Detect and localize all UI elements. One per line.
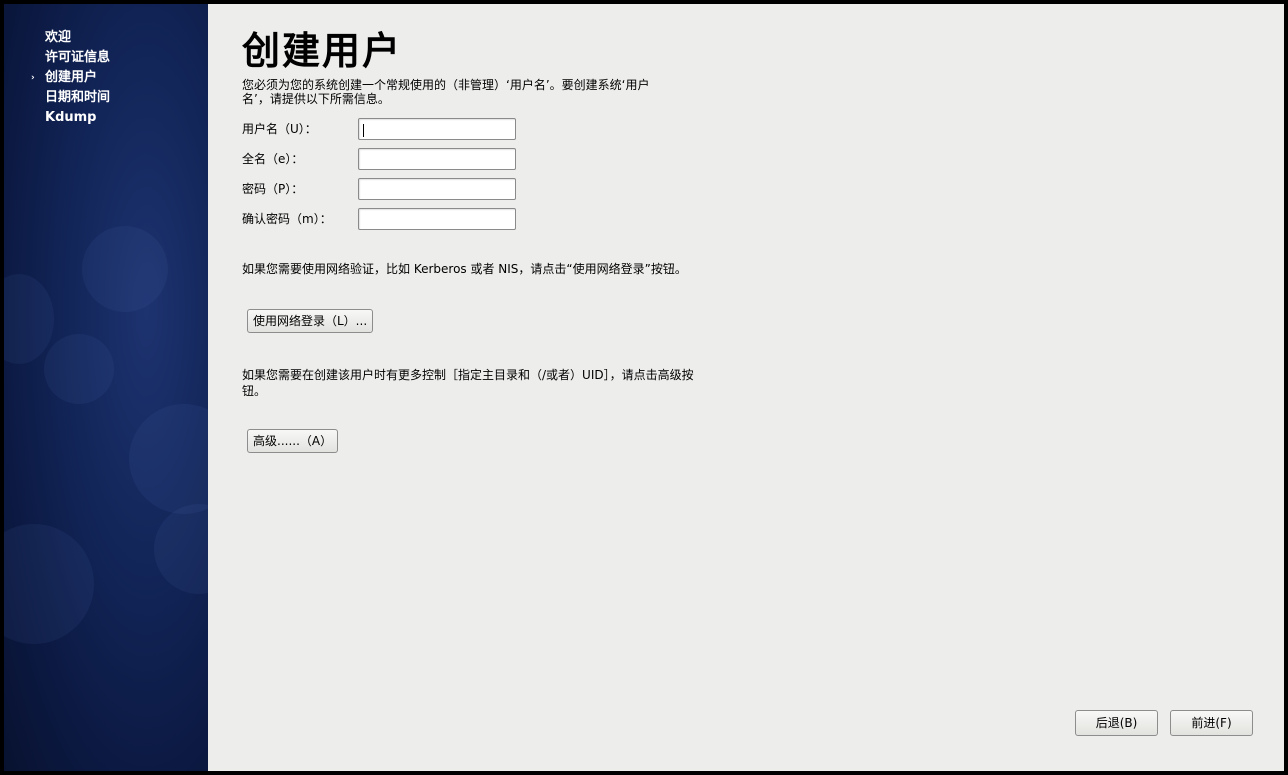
step-label: 欢迎	[45, 30, 72, 45]
step-item-license: 许可证信息	[4, 48, 110, 68]
network-auth-note: 如果您需要使用网络验证，比如 Kerberos 或者 NIS，请点击“使用网络登…	[242, 262, 687, 276]
background-bubble	[154, 504, 208, 594]
confirm-password-label: 确认密码（m）：	[242, 212, 332, 226]
username-label: 用户名（U）：	[242, 122, 317, 136]
fullname-label: 全名（e）：	[242, 152, 304, 166]
installer-window: 欢迎 许可证信息 › 创建用户 日期和时间 Kdump 创建用户 您必须为您的系统…	[4, 4, 1284, 771]
step-label: 创建用户	[45, 70, 98, 85]
back-button[interactable]: 后退(B)	[1075, 710, 1158, 736]
confirm-password-input[interactable]	[358, 208, 516, 230]
password-label: 密码（P）：	[242, 182, 304, 196]
step-item-welcome: 欢迎	[4, 28, 110, 48]
background-bubble	[4, 524, 94, 644]
intro-text: 您必须为您的系统创建一个常规使用的（非管理）‘用户名’。要创建系统‘用户 名’，…	[242, 78, 722, 106]
sidebar: 欢迎 许可证信息 › 创建用户 日期和时间 Kdump	[4, 4, 208, 771]
page-title: 创建用户	[242, 29, 403, 73]
fullname-input[interactable]	[358, 148, 516, 170]
forward-button[interactable]: 前进(F)	[1170, 710, 1253, 736]
step-item-date-time: 日期和时间	[4, 88, 110, 108]
advanced-note-line: 如果您需要在创建该用户时有更多控制［指定主目录和（/或者）UID］，请点击高级按	[242, 368, 694, 382]
step-label: 日期和时间	[45, 90, 111, 105]
advanced-button[interactable]: 高级......（A）	[247, 429, 339, 453]
step-list: 欢迎 许可证信息 › 创建用户 日期和时间 Kdump	[4, 28, 110, 128]
background-bubble	[129, 404, 208, 514]
advanced-note-line: 钮。	[242, 384, 267, 398]
current-step-arrow-icon: ›	[31, 73, 35, 83]
username-input[interactable]	[358, 118, 516, 140]
background-bubble	[82, 226, 168, 312]
step-item-kdump: Kdump	[4, 108, 110, 128]
main-content: 创建用户 您必须为您的系统创建一个常规使用的（非管理）‘用户名’。要创建系统‘用…	[208, 4, 1284, 771]
intro-line: 您必须为您的系统创建一个常规使用的（非管理）‘用户名’。要创建系统‘用户	[242, 78, 650, 92]
text-cursor	[363, 124, 364, 137]
network-login-button[interactable]: 使用网络登录（L）...	[247, 309, 374, 333]
advanced-note: 如果您需要在创建该用户时有更多控制［指定主目录和（/或者）UID］，请点击高级按…	[242, 367, 752, 399]
step-label: 许可证信息	[45, 50, 111, 65]
background-bubble	[44, 334, 114, 404]
password-input[interactable]	[358, 178, 516, 200]
step-label: Kdump	[45, 110, 97, 125]
step-item-create-user: › 创建用户	[4, 68, 110, 88]
intro-line: 名’，请提供以下所需信息。	[242, 92, 390, 106]
background-bubble	[4, 274, 54, 364]
